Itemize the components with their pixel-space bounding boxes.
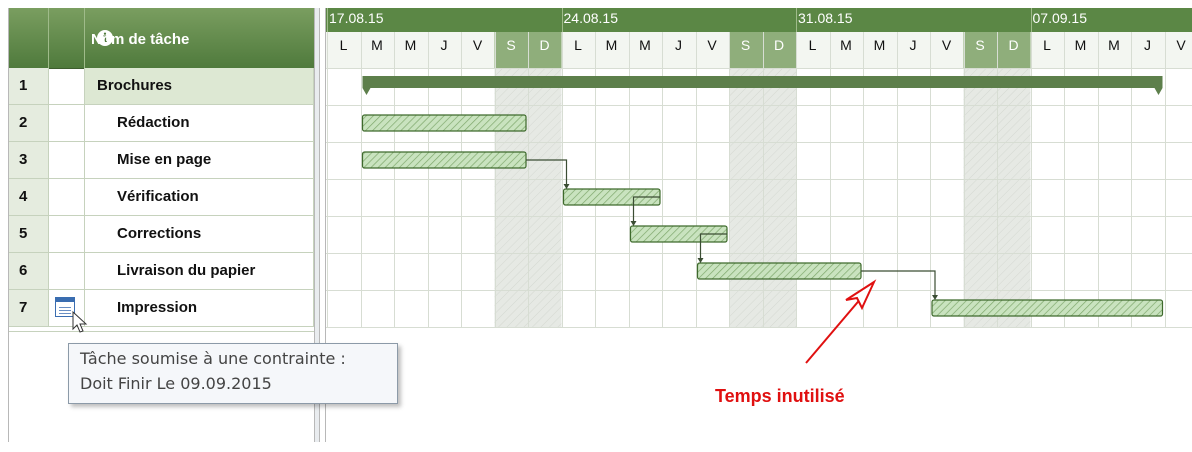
row-number: 4 (19, 188, 27, 205)
row-number-cell[interactable]: 2 (9, 105, 49, 141)
task-bar (363, 115, 527, 131)
header-row-number-cell[interactable] (9, 8, 49, 68)
week-label: 24.08.15 (564, 10, 619, 26)
day-label: M (1064, 37, 1097, 53)
row-number-cell[interactable]: 1 (9, 68, 49, 104)
day-label: M (629, 37, 662, 53)
weekend-column (495, 68, 529, 327)
table-row[interactable]: 5 Corrections (9, 216, 314, 253)
table-row[interactable]: 4 Vérification (9, 179, 314, 216)
dependency-arrowhead (564, 184, 570, 189)
task-name: Rédaction (117, 114, 190, 131)
mouse-cursor-icon (72, 311, 88, 335)
column-header-task-name: Nom de tâche (91, 31, 189, 48)
indicator-cell[interactable] (49, 68, 85, 104)
table-row[interactable]: 7 Impression (9, 290, 314, 327)
day-label: V (461, 37, 494, 53)
constraint-tooltip: Tâche soumise à une contrainte : Doit Fi… (68, 343, 398, 404)
table-row[interactable]: 6 Livraison du papier (9, 253, 314, 290)
day-label: D (997, 37, 1030, 53)
indicator-cell[interactable] (49, 253, 85, 289)
row-number: 3 (19, 151, 27, 168)
week-label: 07.09.15 (1033, 10, 1088, 26)
dependency-arrowhead (698, 258, 704, 263)
task-name-cell[interactable]: Livraison du papier (85, 253, 314, 289)
table-row[interactable]: 1 Brochures (9, 68, 314, 105)
task-name-cell[interactable]: Corrections (85, 216, 314, 252)
tooltip-line-1: Tâche soumise à une contrainte : (80, 349, 346, 368)
task-bar (363, 152, 527, 168)
task-bar (698, 263, 862, 279)
weekend-column (729, 68, 763, 327)
table-header: i Nom de tâche (9, 8, 314, 69)
day-label: V (696, 37, 729, 53)
day-label: L (1031, 37, 1064, 53)
task-name-cell[interactable]: Rédaction (85, 105, 314, 141)
day-label: J (428, 37, 461, 53)
task-name: Mise en page (117, 151, 211, 168)
annotation-label: Temps inutilisé (715, 386, 845, 407)
weekend-column (997, 68, 1031, 327)
row-number-cell[interactable]: 4 (9, 179, 49, 215)
dependency-arrowhead (631, 221, 637, 226)
week-label: 31.08.15 (798, 10, 853, 26)
indicator-cell[interactable] (49, 105, 85, 141)
row-number-cell[interactable]: 3 (9, 142, 49, 178)
header-indicator-cell[interactable]: i (49, 8, 85, 68)
task-name-cell[interactable]: Vérification (85, 179, 314, 215)
row-number: 2 (19, 114, 27, 131)
day-label: L (796, 37, 829, 53)
row-number: 1 (19, 77, 27, 94)
day-label: J (1131, 37, 1164, 53)
day-label: V (1165, 37, 1192, 53)
task-name: Impression (117, 299, 197, 316)
task-name-cell[interactable]: Mise en page (85, 142, 314, 178)
gantt-canvas[interactable] (325, 8, 1192, 442)
row-number-cell[interactable]: 5 (9, 216, 49, 252)
row-number: 6 (19, 262, 27, 279)
day-label: M (830, 37, 863, 53)
day-label: V (930, 37, 963, 53)
weekend-column (763, 68, 797, 327)
task-bar (932, 300, 1163, 316)
row-number-cell[interactable]: 6 (9, 253, 49, 289)
task-name: Vérification (117, 188, 199, 205)
day-label: S (964, 37, 997, 53)
weekend-column (528, 68, 562, 327)
gantt-chart[interactable]: 17.08.1524.08.1531.08.1507.09.15LMMJVSDL… (325, 8, 1192, 442)
row-number: 7 (19, 299, 27, 316)
task-name-cell[interactable]: Brochures (85, 68, 314, 104)
day-label: M (394, 37, 427, 53)
row-number-cell[interactable]: 7 (9, 290, 49, 326)
day-label: M (1098, 37, 1131, 53)
task-name: Corrections (117, 225, 201, 242)
row-number: 5 (19, 225, 27, 242)
day-label: J (662, 37, 695, 53)
weekend-column (964, 68, 998, 327)
task-name-cell[interactable]: Impression (85, 290, 314, 326)
day-label: D (528, 37, 561, 53)
day-label: J (897, 37, 930, 53)
task-name: Brochures (97, 77, 172, 94)
task-name: Livraison du papier (117, 262, 255, 279)
tooltip-line-2: Doit Finir Le 09.09.2015 (80, 374, 272, 393)
day-label: S (495, 37, 528, 53)
week-label: 17.08.15 (329, 10, 384, 26)
day-label: L (562, 37, 595, 53)
day-label: L (327, 37, 360, 53)
day-label: M (361, 37, 394, 53)
table-row[interactable]: 3 Mise en page (9, 142, 314, 179)
indicator-cell[interactable] (49, 142, 85, 178)
indicator-cell[interactable] (49, 179, 85, 215)
day-label: M (863, 37, 896, 53)
indicator-cell[interactable] (49, 216, 85, 252)
table-row[interactable]: 2 Rédaction (9, 105, 314, 142)
dependency-arrowhead (932, 295, 938, 300)
day-label: S (729, 37, 762, 53)
day-label: M (595, 37, 628, 53)
day-label: D (763, 37, 796, 53)
